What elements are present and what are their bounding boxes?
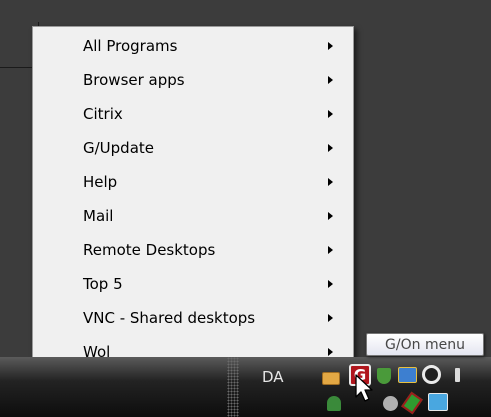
menu-item-label: Remote Desktops	[83, 241, 216, 259]
submenu-arrow-icon	[328, 42, 333, 50]
tooltip-text: G/On menu	[385, 336, 465, 353]
menu-item-label: Top 5	[83, 275, 123, 293]
user-status-icon[interactable]	[327, 396, 341, 411]
submenu-arrow-icon	[328, 76, 333, 84]
menu-item-label: Citrix	[83, 105, 123, 123]
circle-icon[interactable]	[422, 365, 441, 384]
menu-item-remote-desktops[interactable]: Remote Desktops	[33, 233, 353, 267]
monitor-icon[interactable]	[428, 393, 448, 411]
submenu-arrow-icon	[328, 144, 333, 152]
speaker-icon[interactable]	[455, 368, 460, 382]
submenu-arrow-icon	[328, 110, 333, 118]
menu-item-label: VNC - Shared desktops	[83, 309, 256, 327]
taskbar-grip[interactable]	[227, 357, 239, 417]
submenu-arrow-icon	[328, 348, 333, 356]
menu-item-citrix[interactable]: Citrix	[33, 97, 353, 131]
menu-item-label: Browser apps	[83, 71, 185, 89]
menu-item-label: Mail	[83, 207, 114, 225]
menu-item-g-update[interactable]: G/Update	[33, 131, 353, 165]
menu-item-label: All Programs	[83, 37, 178, 55]
taskbar	[0, 357, 491, 417]
menu-item-top-5[interactable]: Top 5	[33, 267, 353, 301]
menu-item-help[interactable]: Help	[33, 165, 353, 199]
menu-item-label: G/Update	[83, 139, 155, 157]
gon-context-menu: All Programs Browser apps Citrix G/Updat…	[32, 26, 354, 369]
submenu-arrow-icon	[328, 212, 333, 220]
submenu-arrow-icon	[328, 314, 333, 322]
submenu-arrow-icon	[328, 178, 333, 186]
menu-item-vnc-shared-desktops[interactable]: VNC - Shared desktops	[33, 301, 353, 335]
language-indicator[interactable]: DA	[262, 368, 284, 386]
menu-item-all-programs[interactable]: All Programs	[33, 29, 353, 63]
mail-icon[interactable]	[322, 372, 340, 385]
gon-menu-tooltip: G/On menu	[366, 333, 484, 356]
gear-icon[interactable]	[383, 396, 398, 411]
menu-item-browser-apps[interactable]: Browser apps	[33, 63, 353, 97]
submenu-arrow-icon	[328, 280, 333, 288]
menu-item-label: Help	[83, 173, 118, 191]
submenu-arrow-icon	[328, 246, 333, 254]
mouse-cursor-icon	[355, 374, 373, 402]
menu-item-mail[interactable]: Mail	[33, 199, 353, 233]
network-icon[interactable]	[398, 367, 417, 383]
